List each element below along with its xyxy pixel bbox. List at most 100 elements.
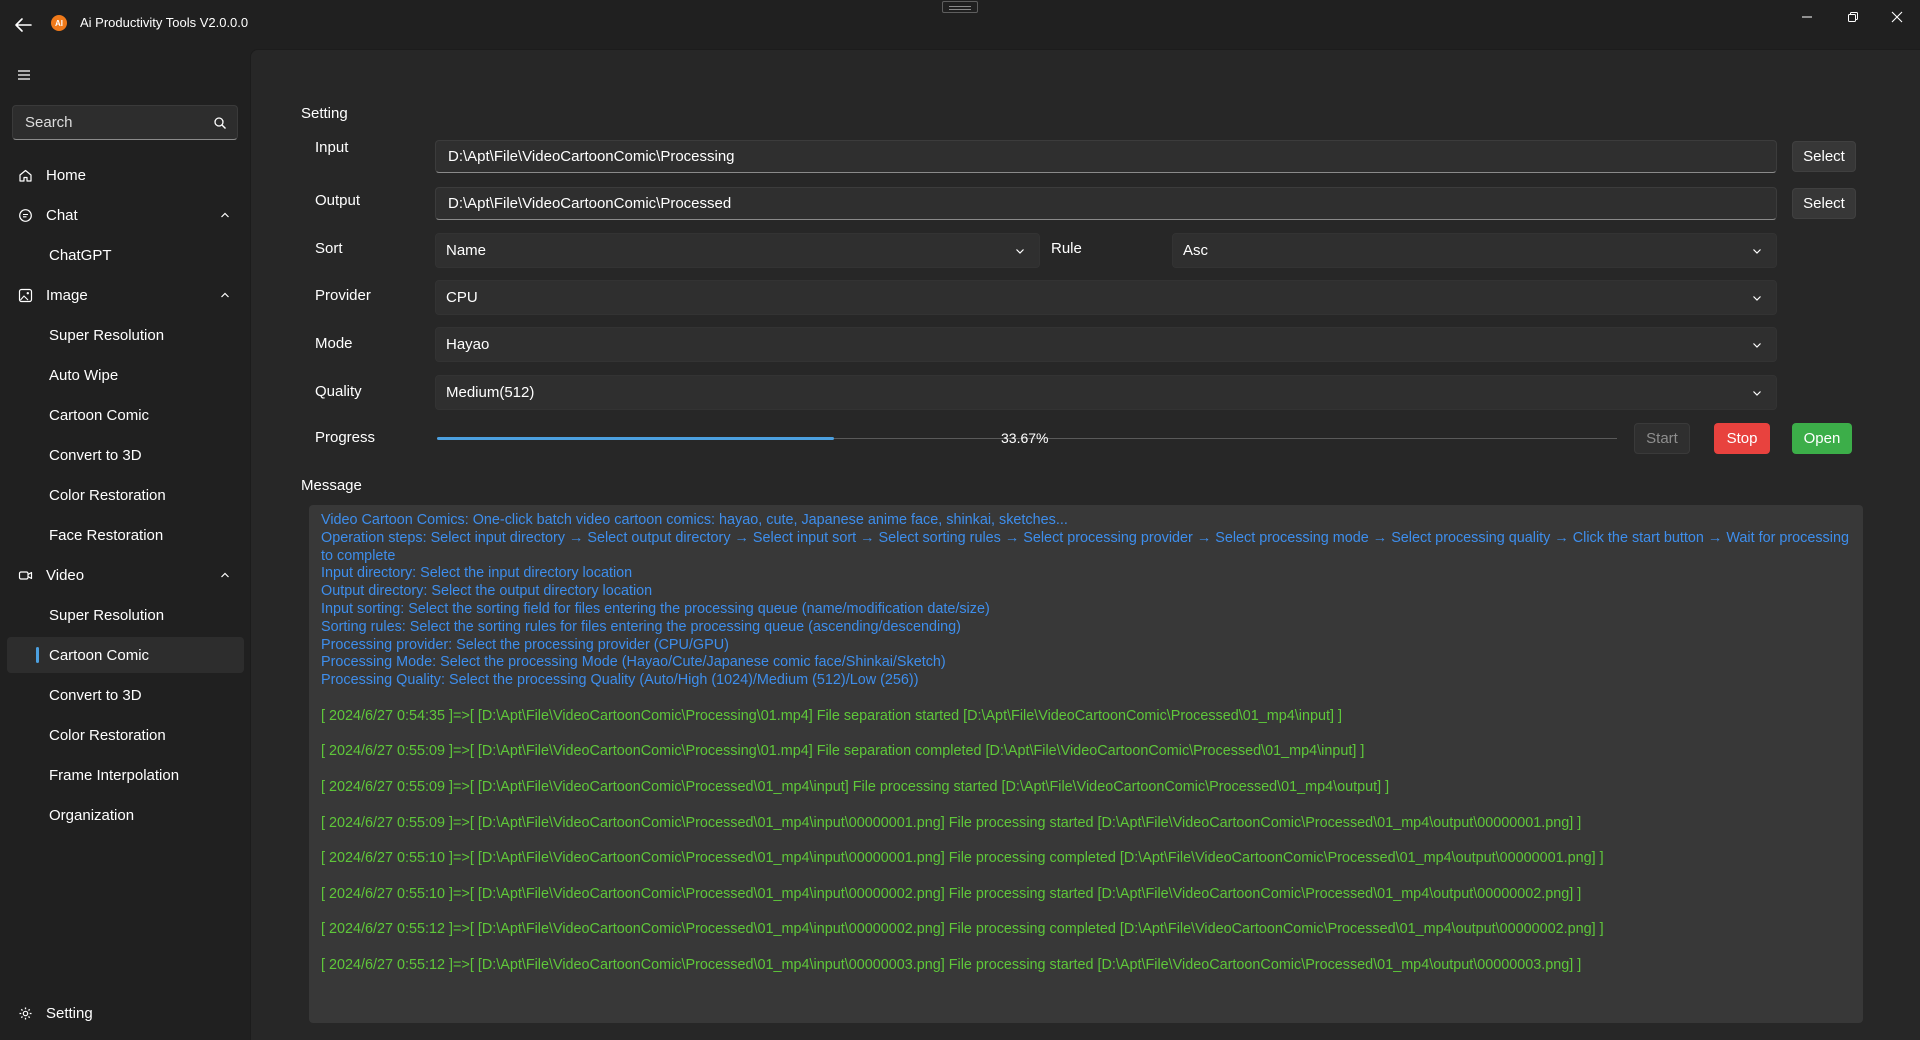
nav-item-label: Color Restoration	[49, 486, 166, 504]
nav-item-video-color-restoration[interactable]: Color Restoration	[7, 717, 244, 753]
start-button[interactable]: Start	[1634, 423, 1690, 454]
nav-item-label: Video	[46, 566, 85, 584]
quality-value: Medium(512)	[446, 384, 535, 401]
nav-item-label: Cartoon Comic	[49, 646, 150, 664]
search-icon[interactable]	[213, 116, 227, 130]
rule-value: Asc	[1183, 242, 1209, 259]
home-icon	[19, 169, 32, 182]
output-select-button[interactable]: Select	[1792, 188, 1856, 219]
nav-item-label: Home	[46, 166, 87, 184]
chevron-up-icon	[221, 212, 229, 218]
message-log-line: [ 2024/6/27 0:55:09 ]=>[ [D:\Apt\File\Vi…	[321, 743, 1365, 760]
app-title: Ai Productivity Tools V2.0.0.0	[80, 15, 249, 30]
search-input[interactable]	[13, 106, 203, 139]
sort-value: Name	[446, 242, 487, 259]
nav-item-chat[interactable]: Chat	[7, 197, 244, 233]
message-info-line: Input directory: Select the input direct…	[321, 565, 633, 582]
nav-item-label: Color Restoration	[49, 726, 166, 744]
message-log-line: [ 2024/6/27 0:55:12 ]=>[ [D:\Apt\File\Vi…	[321, 921, 1604, 938]
nav-item-label: Convert to 3D	[49, 446, 142, 464]
message-info-line: Input sorting: Select the sorting field …	[321, 600, 990, 617]
nav-item-video[interactable]: Video	[7, 557, 244, 593]
chevron-up-icon	[221, 572, 229, 578]
input-path-field[interactable]: D:\Apt\File\VideoCartoonComic\Processing	[435, 140, 1777, 173]
nav-item-label: ChatGPT	[49, 246, 112, 264]
provider-dropdown[interactable]: CPU	[435, 280, 1777, 315]
mode-label: Mode	[315, 335, 353, 352]
nav-item-image-color-restoration[interactable]: Color Restoration	[7, 477, 244, 513]
input-select-button[interactable]: Select	[1792, 141, 1856, 172]
provider-value: CPU	[446, 289, 478, 306]
chevron-down-icon	[1753, 249, 1761, 254]
nav-item-label: Super Resolution	[49, 606, 165, 624]
sidebar: Home Chat ChatGPT Image Super Resolution…	[0, 49, 250, 1040]
message-log-line: [ 2024/6/27 0:55:10 ]=>[ [D:\Apt\File\Vi…	[321, 850, 1604, 867]
search-box[interactable]	[12, 105, 238, 140]
nav-item-image[interactable]: Image	[7, 277, 244, 313]
video-icon	[18, 571, 33, 580]
message-info-line: Sorting rules: Select the sorting rules …	[321, 618, 961, 635]
mode-dropdown[interactable]: Hayao	[435, 327, 1777, 362]
mode-value: Hayao	[446, 336, 490, 353]
nav-item-label: Cartoon Comic	[49, 406, 150, 424]
nav-item-image-face-restoration[interactable]: Face Restoration	[7, 517, 244, 553]
message-info-line: Video Cartoon Comics: One-click batch vi…	[321, 512, 1068, 528]
image-icon	[18, 288, 33, 303]
nav-item-label: Convert to 3D	[49, 686, 142, 704]
restore-button[interactable]	[1830, 0, 1876, 34]
nav-item-home[interactable]: Home	[7, 157, 244, 193]
drag-grip-icon[interactable]	[942, 1, 978, 13]
message-info-line: Operation steps: Select input directory …	[321, 529, 1849, 564]
message-info-line: Processing Mode: Select the processing M…	[321, 654, 946, 671]
nav-item-video-super-resolution[interactable]: Super Resolution	[7, 597, 244, 633]
open-button[interactable]: Open	[1792, 423, 1852, 454]
message-log-line: [ 2024/6/27 0:54:35 ]=>[ [D:\Apt\File\Vi…	[321, 707, 1342, 724]
hamburger-menu-icon[interactable]	[12, 63, 36, 87]
nav-item-label: Auto Wipe	[49, 366, 119, 384]
nav-item-video-organization[interactable]: Organization	[7, 797, 244, 833]
chat-icon	[19, 209, 32, 222]
main-content: Setting Input D:\Apt\File\VideoCartoonCo…	[250, 49, 1920, 1040]
message-log-line: [ 2024/6/27 0:55:12 ]=>[ [D:\Apt\File\Vi…	[321, 956, 1582, 973]
output-label: Output	[315, 192, 361, 209]
output-path-field[interactable]: D:\Apt\File\VideoCartoonComic\Processed	[435, 187, 1777, 220]
nav-item-image-super-resolution[interactable]: Super Resolution	[7, 317, 244, 353]
nav-item-label: Face Restoration	[49, 526, 164, 544]
nav-item-label: Organization	[49, 806, 135, 824]
chevron-down-icon	[1016, 249, 1024, 254]
nav-item-image-cartoon-comic[interactable]: Cartoon Comic	[7, 397, 244, 433]
restore-icon	[1848, 12, 1858, 22]
progress-percent: 33.67%	[1001, 430, 1049, 446]
quality-label: Quality	[315, 383, 362, 400]
chevron-down-icon	[1753, 391, 1761, 396]
nav-item-label: Frame Interpolation	[49, 766, 180, 784]
message-log-line: [ 2024/6/27 0:55:09 ]=>[ [D:\Apt\File\Vi…	[321, 814, 1582, 831]
quality-dropdown[interactable]: Medium(512)	[435, 375, 1777, 410]
nav-item-label: Super Resolution	[49, 326, 165, 344]
minimize-button[interactable]	[1784, 0, 1830, 34]
message-info-line: Processing Quality: Select the processin…	[321, 672, 919, 689]
stop-button[interactable]: Stop	[1714, 423, 1770, 454]
setting-section-title: Setting	[301, 105, 348, 122]
rule-dropdown[interactable]: Asc	[1172, 233, 1777, 268]
minimize-icon	[1802, 16, 1812, 18]
nav-item-chatgpt[interactable]: ChatGPT	[7, 237, 244, 273]
title-bar: AI Ai Productivity Tools V2.0.0.0	[0, 0, 1920, 49]
sort-dropdown[interactable]: Name	[435, 233, 1040, 268]
provider-label: Provider	[315, 287, 371, 304]
nav-item-video-convert-to-3d[interactable]: Convert to 3D	[7, 677, 244, 713]
sort-label: Sort	[315, 240, 343, 257]
nav-item-image-auto-wipe[interactable]: Auto Wipe	[7, 357, 244, 393]
back-arrow-icon[interactable]	[13, 14, 35, 36]
nav-item-setting[interactable]: Setting	[7, 995, 244, 1031]
chevron-down-icon	[1753, 296, 1761, 301]
message-log-line: [ 2024/6/27 0:55:09 ]=>[ [D:\Apt\File\Vi…	[321, 778, 1390, 795]
message-log[interactable]: Video Cartoon Comics: One-click batch vi…	[309, 505, 1863, 1023]
progress-label: Progress	[315, 429, 376, 446]
close-button[interactable]	[1874, 0, 1920, 34]
nav-item-image-convert-to-3d[interactable]: Convert to 3D	[7, 437, 244, 473]
message-log-line: [ 2024/6/27 0:55:10 ]=>[ [D:\Apt\File\Vi…	[321, 885, 1582, 902]
nav-item-video-cartoon-comic[interactable]: Cartoon Comic	[7, 637, 244, 673]
nav-item-label: Setting	[46, 1004, 93, 1022]
nav-item-video-frame-interpolation[interactable]: Frame Interpolation	[7, 757, 244, 793]
